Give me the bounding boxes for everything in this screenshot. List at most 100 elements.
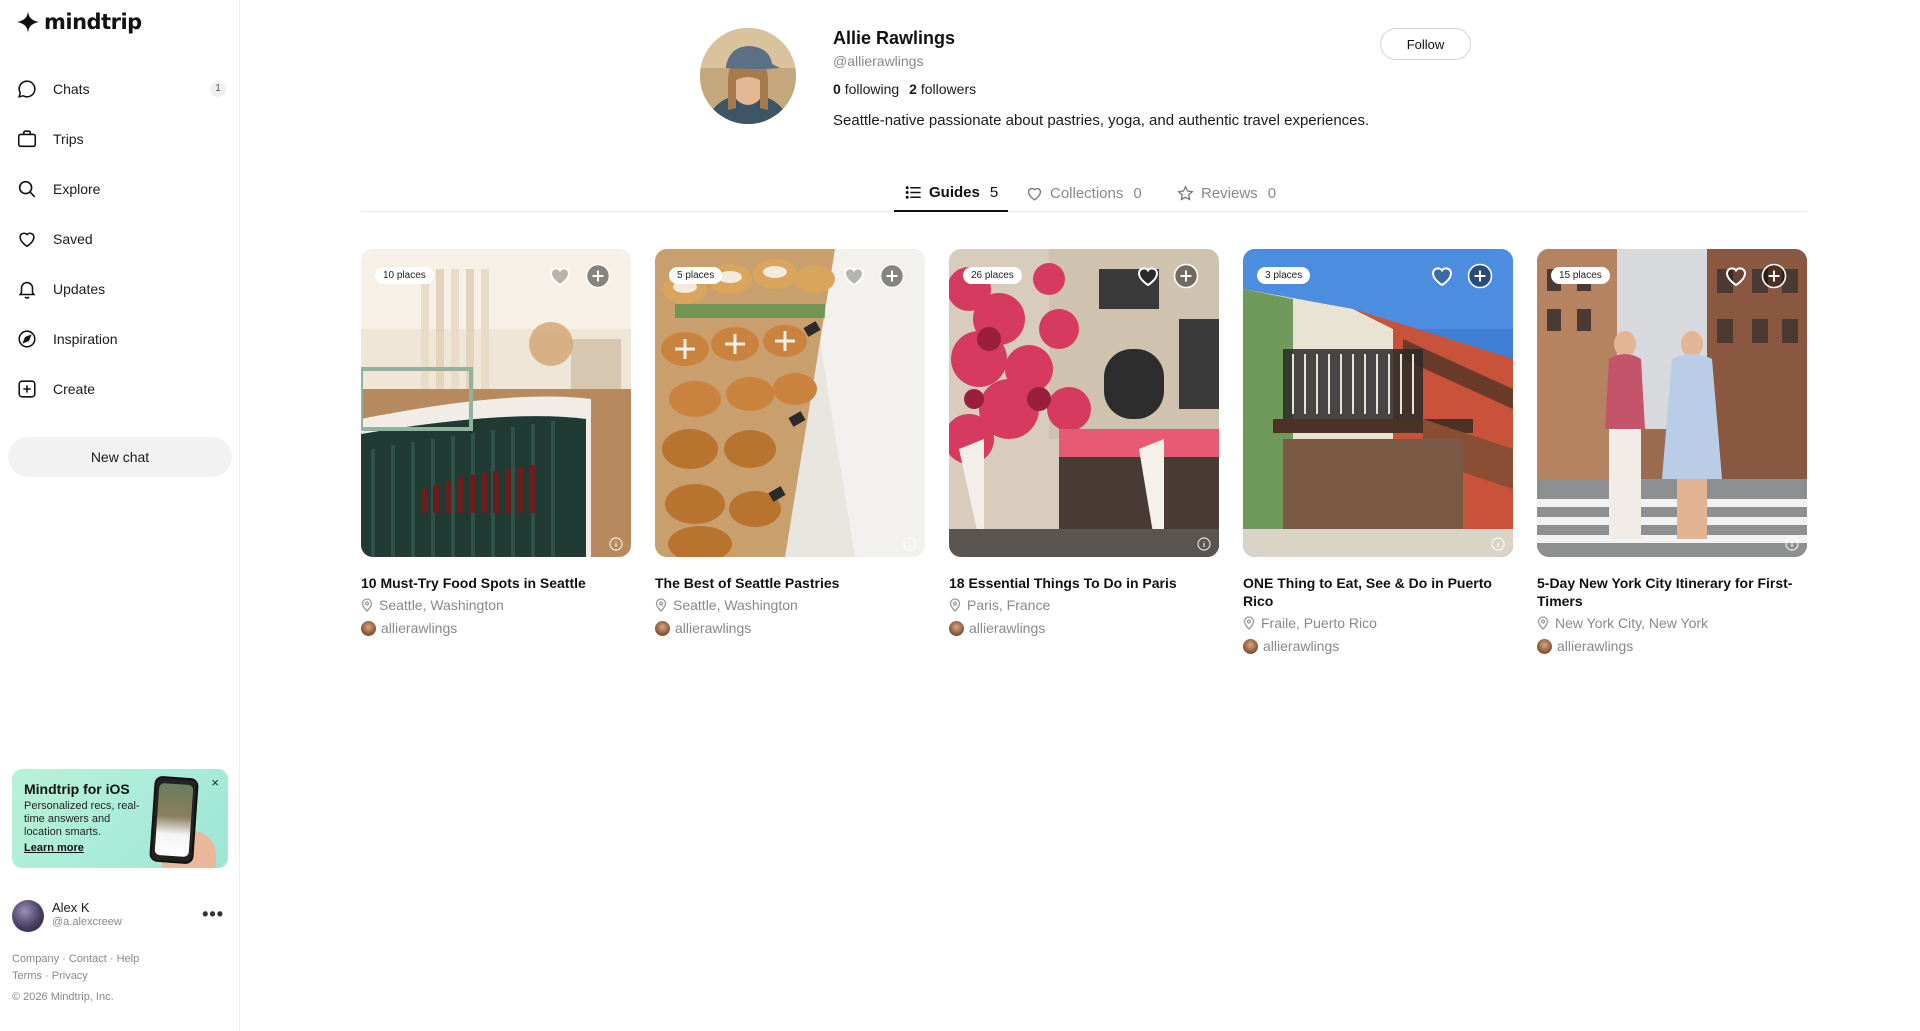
- map-pin-icon: [655, 598, 667, 612]
- follow-button[interactable]: Follow: [1380, 28, 1471, 60]
- map-pin-icon: [361, 598, 373, 612]
- close-promo-button[interactable]: ×: [211, 775, 219, 790]
- suitcase-icon: [16, 128, 38, 150]
- location-text: Seattle, Washington: [673, 597, 798, 613]
- guide-cover-image[interactable]: 10 places: [361, 249, 631, 557]
- guide-cover-image[interactable]: 5 places: [655, 249, 925, 557]
- save-heart-icon[interactable]: [1135, 263, 1161, 289]
- guide-title[interactable]: 10 Must-Try Food Spots in Seattle: [361, 574, 631, 592]
- footer-link-contact[interactable]: Contact: [69, 953, 107, 965]
- following-stat[interactable]: 0 following: [833, 81, 899, 97]
- compass-icon: [16, 328, 38, 350]
- guide-title[interactable]: The Best of Seattle Pastries: [655, 574, 925, 592]
- footer-separator: ·: [62, 953, 66, 965]
- sidebar-item-explore[interactable]: Explore: [0, 164, 240, 214]
- profile-photo-illustration: [700, 28, 796, 124]
- add-to-trip-icon[interactable]: [1761, 263, 1787, 289]
- user-handle: @a.alexcreew: [52, 916, 122, 928]
- tab-label: Guides: [929, 183, 980, 201]
- tab-count: 5: [989, 183, 999, 201]
- places-count-badge: 3 places: [1257, 267, 1311, 284]
- guide-author[interactable]: allierawlings: [949, 618, 1219, 638]
- profile-handle: @allierawlings: [833, 53, 924, 69]
- guide-author[interactable]: allierawlings: [1243, 636, 1513, 656]
- guide-author[interactable]: allierawlings: [1537, 636, 1807, 656]
- sidebar-item-updates[interactable]: Updates: [0, 264, 240, 314]
- info-icon[interactable]: [1491, 537, 1505, 551]
- promo-description: Personalized recs, real-time answers and…: [24, 800, 140, 838]
- new-chat-button[interactable]: New chat: [8, 437, 232, 477]
- sidebar-item-label: Saved: [53, 231, 93, 247]
- tab-collections[interactable]: Collections 0: [1025, 174, 1142, 212]
- search-icon: [16, 178, 38, 200]
- avatar: [1537, 638, 1552, 654]
- current-user[interactable]: Alex K @a.alexcreew •••: [12, 898, 228, 934]
- map-pin-icon: [1537, 616, 1549, 630]
- tab-guides[interactable]: Guides 5: [894, 174, 1009, 212]
- sidebar-item-chats[interactable]: Chats 1: [0, 64, 240, 114]
- copyright: © 2026 Mindtrip, Inc.: [12, 991, 114, 1003]
- mindtrip-logo[interactable]: mindtrip: [16, 10, 142, 34]
- footer-link-company[interactable]: Company: [12, 953, 59, 965]
- add-to-trip-icon[interactable]: [1173, 263, 1199, 289]
- following-label: following: [844, 81, 900, 97]
- guide-title[interactable]: ONE Thing to Eat, See & Do in Puerto Ric…: [1243, 574, 1513, 610]
- save-heart-icon[interactable]: [841, 263, 867, 289]
- guide-cover-image[interactable]: 15 places: [1537, 249, 1807, 557]
- sidebar-item-saved[interactable]: Saved: [0, 214, 240, 264]
- footer-link-privacy[interactable]: Privacy: [52, 970, 88, 982]
- info-icon[interactable]: [1785, 537, 1799, 551]
- guide-location: Seattle, Washington: [655, 595, 925, 615]
- add-to-trip-icon[interactable]: [1467, 263, 1493, 289]
- profile-tabs: Guides 5 Collections 0 Reviews 0: [361, 174, 1807, 212]
- author-handle: allierawlings: [675, 620, 752, 636]
- save-heart-icon[interactable]: [1723, 263, 1749, 289]
- tab-reviews[interactable]: Reviews 0: [1176, 174, 1276, 212]
- guide-cover-image[interactable]: 26 places: [949, 249, 1219, 557]
- sidebar-item-label: Inspiration: [53, 331, 118, 347]
- sparkle-logo-icon: [17, 11, 39, 33]
- guide-card[interactable]: 3 places ONE Thing to Eat, See & Do in P…: [1243, 249, 1513, 656]
- guide-card[interactable]: 15 places 5-Day New York City Itinerary …: [1537, 249, 1807, 656]
- map-pin-icon: [949, 598, 961, 612]
- tab-count: 0: [1133, 184, 1142, 202]
- user-name: Alex K: [52, 900, 90, 915]
- add-to-trip-icon[interactable]: [879, 263, 905, 289]
- save-heart-icon[interactable]: [1429, 263, 1455, 289]
- guide-card[interactable]: 10 places 10 Must-Try Food Spots in Seat…: [361, 249, 631, 638]
- chat-bubble-icon: [16, 78, 38, 100]
- learn-more-link[interactable]: Learn more: [24, 842, 84, 854]
- info-icon[interactable]: [903, 537, 917, 551]
- sidebar-item-label: Trips: [53, 131, 84, 147]
- guide-author[interactable]: allierawlings: [361, 618, 631, 638]
- plus-square-icon: [16, 378, 38, 400]
- more-options-icon[interactable]: •••: [202, 904, 224, 925]
- places-count-badge: 15 places: [1551, 267, 1610, 284]
- sidebar-item-inspiration[interactable]: Inspiration: [0, 314, 240, 364]
- guide-cover-image[interactable]: 3 places: [1243, 249, 1513, 557]
- guide-author[interactable]: allierawlings: [655, 618, 925, 638]
- save-heart-icon[interactable]: [547, 263, 573, 289]
- sidebar-item-trips[interactable]: Trips: [0, 114, 240, 164]
- sidebar-item-create[interactable]: Create: [0, 364, 240, 414]
- profile-bio: Seattle-native passionate about pastries…: [833, 112, 1370, 129]
- guide-card[interactable]: 26 places 18 Essential Things To Do in P…: [949, 249, 1219, 638]
- guide-title[interactable]: 5-Day New York City Itinerary for First-…: [1537, 574, 1807, 610]
- guide-location: Paris, France: [949, 595, 1219, 615]
- guide-card[interactable]: 5 places The Best of Seattle Pastries Se…: [655, 249, 925, 638]
- author-handle: allierawlings: [381, 620, 458, 636]
- footer-link-terms[interactable]: Terms: [12, 970, 42, 982]
- new-york-street-photo: [1537, 249, 1807, 557]
- places-count-badge: 26 places: [963, 267, 1022, 284]
- followers-stat[interactable]: 2 followers: [909, 81, 976, 97]
- puerto-rico-balconies-photo: [1243, 249, 1513, 557]
- info-icon[interactable]: [1197, 537, 1211, 551]
- heart-icon: [16, 228, 38, 250]
- info-icon[interactable]: [609, 537, 623, 551]
- logo-text: mindtrip: [44, 10, 142, 34]
- restaurant-interior-photo: [361, 249, 631, 557]
- add-to-trip-icon[interactable]: [585, 263, 611, 289]
- heart-icon: [1027, 187, 1042, 201]
- footer-link-help[interactable]: Help: [117, 953, 140, 965]
- guide-title[interactable]: 18 Essential Things To Do in Paris: [949, 574, 1219, 592]
